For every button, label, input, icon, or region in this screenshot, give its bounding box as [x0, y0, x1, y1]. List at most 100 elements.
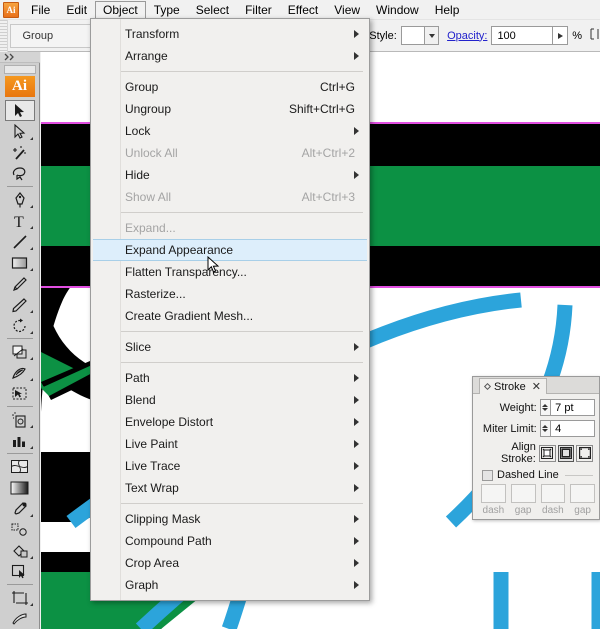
menu-item-clipping-mask[interactable]: Clipping Mask [91, 508, 369, 530]
align-stroke-outside[interactable] [576, 444, 594, 462]
menu-item-blend[interactable]: Blend [91, 389, 369, 411]
direct-selection-tool[interactable] [5, 121, 35, 142]
menu-select[interactable]: Select [188, 1, 237, 19]
style-dropdown-arrow[interactable] [425, 26, 440, 45]
line-segment-tool[interactable] [5, 231, 35, 252]
menu-item-group[interactable]: Group Ctrl+G [91, 76, 369, 98]
menu-bar[interactable]: Ai File Edit Object Type Select Filter E… [0, 0, 600, 20]
miter-input[interactable]: 4 [551, 420, 595, 437]
dashed-line-checkbox[interactable] [482, 469, 493, 481]
svg-text:T: T [14, 214, 24, 229]
menu-item-graph[interactable]: Graph [91, 574, 369, 596]
dash-input-2[interactable] [540, 484, 566, 503]
menu-item-path[interactable]: Path [91, 367, 369, 389]
align-stroke-label: Align Stroke: [501, 441, 536, 465]
menu-item-ungroup[interactable]: Ungroup Shift+Ctrl+G [91, 98, 369, 120]
rectangle-tool[interactable] [5, 252, 35, 273]
close-icon[interactable]: ✕ [532, 380, 541, 393]
gap-input-1[interactable] [510, 484, 536, 503]
menu-item-transform[interactable]: Transform [91, 23, 369, 45]
menu-window[interactable]: Window [368, 1, 427, 19]
submenu-arrow-icon [354, 418, 359, 426]
object-dropdown-menu[interactable]: Transform Arrange Group Ctrl+G Ungroup Shi… [90, 18, 370, 601]
column-graph-tool[interactable] [5, 430, 35, 451]
miter-limit-label: Miter Limit: [482, 422, 537, 435]
menu-item-live-trace[interactable]: Live Trace [91, 455, 369, 477]
selection-tool[interactable] [4, 99, 35, 122]
tools-panel-collapse[interactable] [0, 52, 40, 64]
stroke-panel[interactable]: Stroke ✕ Weight: 7 pt Miter Limit: 4 Ali… [472, 376, 600, 520]
menu-item-unlock-all: Unlock All Alt+Ctrl+2 [91, 142, 369, 164]
menu-item-expand-appearance[interactable]: Expand Appearance [93, 239, 367, 261]
menu-type[interactable]: Type [146, 1, 188, 19]
dashed-line-row: Dashed Line [477, 469, 595, 481]
symbol-sprayer-tool[interactable] [5, 409, 35, 430]
menu-item-slice[interactable]: Slice [91, 336, 369, 358]
section-rule [564, 474, 593, 476]
menu-effect[interactable]: Effect [280, 1, 326, 19]
menu-view-label: View [334, 2, 361, 17]
opacity-input[interactable]: 100 [491, 26, 554, 45]
menu-view[interactable]: View [326, 1, 368, 19]
eyedropper-tool[interactable] [5, 498, 35, 519]
gap-input-2[interactable] [570, 484, 595, 503]
menu-item-lock[interactable]: Lock [91, 120, 369, 142]
miter-stepper[interactable] [539, 420, 552, 437]
menu-item-create-gradient-mesh[interactable]: Create Gradient Mesh... [91, 305, 369, 327]
warp-tool[interactable] [5, 362, 35, 383]
blend-tool[interactable] [5, 519, 35, 540]
dash-input-1[interactable] [481, 484, 506, 503]
rotate-tool[interactable] [5, 315, 35, 336]
miter-limit-row: Miter Limit: 4 [477, 420, 595, 437]
shortcut-label: Ctrl+G [319, 80, 355, 94]
menu-item-text-wrap[interactable]: Text Wrap [91, 477, 369, 499]
menu-separator [121, 362, 363, 363]
menu-item-live-paint[interactable]: Live Paint [91, 433, 369, 455]
menu-item-compound-path[interactable]: Compound Path [91, 530, 369, 552]
opacity-dropdown-arrow[interactable] [553, 26, 569, 45]
control-bar-overflow-icon[interactable] [590, 27, 600, 45]
opacity-label[interactable]: Opacity: [447, 30, 487, 42]
gradient-tool[interactable] [5, 477, 35, 498]
menu-filter[interactable]: Filter [237, 1, 280, 19]
submenu-arrow-icon [354, 127, 359, 135]
scale-tool[interactable] [5, 341, 35, 362]
stepper-up-icon [542, 425, 549, 428]
style-label: Style: [369, 29, 397, 42]
menu-item-rasterize[interactable]: Rasterize... [91, 283, 369, 305]
control-bar-grip[interactable] [0, 19, 8, 52]
tools-panel[interactable]: Ai T [0, 52, 40, 629]
paintbrush-tool[interactable] [5, 273, 35, 294]
menu-item-hide[interactable]: Hide [91, 164, 369, 186]
slice-tool[interactable] [5, 608, 35, 629]
pencil-tool[interactable] [5, 294, 35, 315]
pen-tool[interactable] [5, 189, 35, 210]
menu-edit[interactable]: Edit [58, 1, 95, 19]
type-tool[interactable]: T [5, 210, 35, 231]
stroke-tab-label: Stroke [494, 380, 526, 393]
style-swatch[interactable] [400, 26, 426, 45]
panel-menu-diamond-icon[interactable] [483, 382, 492, 391]
menu-item-envelope-distort[interactable]: Envelope Distort [91, 411, 369, 433]
weight-stepper[interactable] [539, 399, 552, 416]
weight-input[interactable]: 7 pt [551, 399, 595, 416]
live-paint-bucket-tool[interactable] [5, 540, 35, 561]
crop-area-tool[interactable] [5, 587, 35, 608]
mesh-tool[interactable] [5, 456, 35, 477]
live-paint-selection-tool[interactable] [5, 561, 35, 582]
menu-item-flatten-transparency[interactable]: Flatten Transparency... [91, 261, 369, 283]
free-transform-tool[interactable] [5, 383, 35, 404]
menu-type-label: Type [153, 2, 180, 17]
dashed-line-label: Dashed Line [497, 469, 559, 481]
menu-item-arrange[interactable]: Arrange [91, 45, 369, 67]
align-stroke-center[interactable] [538, 444, 556, 462]
menu-object[interactable]: Object [95, 0, 146, 19]
magic-wand-tool[interactable] [5, 142, 35, 163]
lasso-tool[interactable] [5, 163, 35, 184]
tools-panel-titlebar [3, 65, 36, 74]
stroke-panel-tab[interactable]: Stroke ✕ [479, 378, 548, 394]
menu-help[interactable]: Help [427, 1, 468, 19]
menu-item-crop-area[interactable]: Crop Area [91, 552, 369, 574]
align-stroke-inside[interactable] [557, 444, 575, 462]
menu-file[interactable]: File [23, 1, 58, 19]
